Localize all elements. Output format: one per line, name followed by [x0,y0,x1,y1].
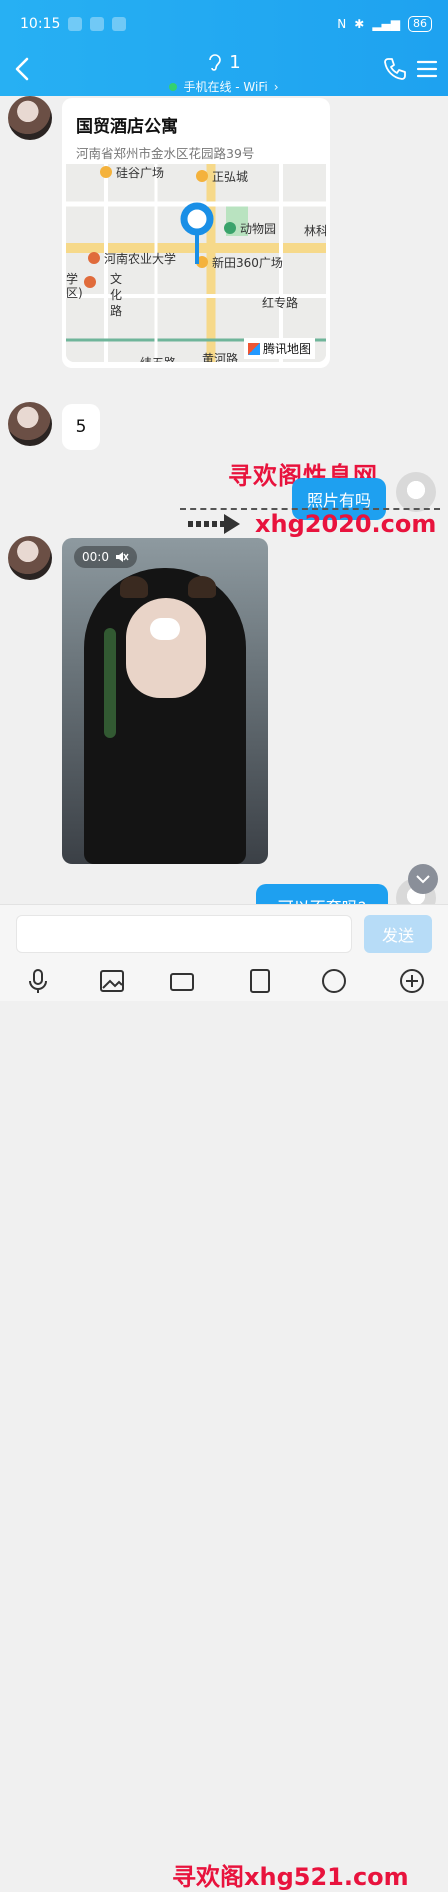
poi-icon [84,276,96,288]
video-frame-filter [150,618,180,640]
online-dot-icon [169,82,178,91]
video-duration-badge: 00:0 [74,546,137,568]
scroll-to-bottom-button[interactable] [408,864,438,894]
text-message[interactable]: 5 [62,404,100,450]
poi-icon [196,170,208,182]
app-notification-icon [68,17,83,31]
app-notification-icon [112,17,127,31]
location-message[interactable]: 国贸酒店公寓 河南省郑州市金水区花园路39号 硅谷广场 正弘城 动物园 林科 河… [62,98,330,368]
nfc-icon: N [337,17,347,31]
input-bar: 发送 寻欢阁xhg521.com [0,904,448,1891]
map-preview[interactable]: 硅谷广场 正弘城 动物园 林科 河南农业大学 新田360广场 学 区) 文 化 … [66,164,326,362]
watermark-arrow-icon [188,514,240,534]
video-frame-ear [120,576,148,598]
signal-icon: ▂▄▆ [372,17,400,31]
video-frame-detail [104,628,116,738]
image-icon[interactable] [98,967,126,995]
send-button[interactable]: 发送 [364,915,432,953]
status-time: 10:15 [20,16,61,32]
map-label: 硅谷广场 [116,166,165,180]
map-label: 区) [66,286,83,300]
map-label: 路 [110,304,123,318]
map-label: 纬五路 [140,354,176,362]
bluetooth-icon: ✱ [354,17,365,31]
map-label: 正弘城 [212,170,249,184]
map-provider-label: 腾讯地图 [263,342,312,356]
chevron-down-icon [416,875,430,884]
video-frame-face [126,598,206,698]
video-frame-ear [188,576,216,598]
tencent-map-icon [248,342,260,355]
red-packet-icon[interactable] [246,967,274,995]
location-address: 河南省郑州市金水区花园路39号 [76,146,255,161]
hearing-icon [209,53,222,71]
map-label: 林科 [304,224,326,238]
map-label: 新田360广场 [212,256,283,270]
poi-icon [100,166,112,178]
contact-avatar[interactable] [8,536,52,580]
my-avatar[interactable] [396,472,436,512]
message-input[interactable] [16,915,352,953]
camera-icon[interactable] [168,967,196,995]
video-message[interactable]: 00:0 [62,538,268,864]
map-label: 红专路 [262,296,299,310]
watermark-text: xhg2020.com [255,510,437,538]
map-label: 黄河路 [202,352,239,362]
app-notification-icon [90,17,105,31]
watermark-text: 寻欢阁xhg521.com [172,1863,409,1891]
map-provider-badge: 腾讯地图 [244,338,316,359]
online-status: 手机在线 - WiFi [183,80,268,94]
map-label: 动物园 [240,222,277,236]
chat-title-area[interactable]: 1 手机在线 - WiFi › [0,52,448,95]
status-bar: 10:15 N ✱ ▂▄▆ 86 [20,12,432,36]
menu-icon[interactable] [416,58,438,80]
contact-avatar[interactable] [8,96,52,140]
poi-icon [88,252,100,264]
chevron-right-icon: › [273,79,279,94]
map-label: 河南农业大学 [104,252,177,266]
location-pin-icon [180,202,214,264]
chat-title: 1 [229,52,241,73]
poi-icon [224,222,236,234]
map-label: 文 [110,272,123,286]
phone-icon[interactable] [382,56,408,82]
map-label: 化 [110,288,123,302]
location-title: 国贸酒店公寓 [76,117,178,137]
contact-avatar[interactable] [8,402,52,446]
battery-icon: 86 [408,16,432,32]
plus-icon[interactable] [398,967,426,995]
emoji-icon[interactable] [320,967,348,995]
nav-row: 1 手机在线 - WiFi › [0,48,448,95]
top-bar: 10:15 N ✱ ▂▄▆ 86 1 手机在线 - WiFi › [0,0,448,96]
mute-icon[interactable] [115,551,129,563]
microphone-icon[interactable] [24,967,52,995]
video-duration: 00:0 [82,550,109,564]
